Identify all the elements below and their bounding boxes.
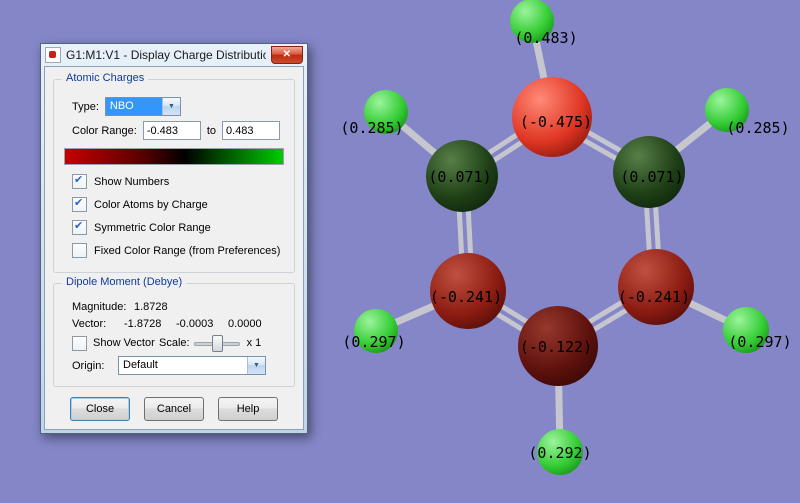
vector-y-value: -0.0003 <box>176 318 228 330</box>
fixed-color-range-label: Fixed Color Range (from Preferences) <box>94 245 280 257</box>
atom-sphere[interactable] <box>618 249 694 325</box>
origin-dropdown[interactable]: Default <box>118 356 266 375</box>
slider-thumb[interactable] <box>212 335 223 352</box>
atomic-charges-group-label: Atomic Charges <box>62 72 148 84</box>
atomic-charges-group: Atomic Charges Type: NBO Color Range: to <box>53 79 295 273</box>
charge-label: (0.071) <box>428 168 491 186</box>
dialog-titlebar[interactable]: G1:M1:V1 - Display Charge Distribution ✕ <box>44 44 304 66</box>
close-window-icon[interactable]: ✕ <box>271 46 303 64</box>
charge-label: (0.297) <box>342 333 405 351</box>
vector-x-value: -1.8728 <box>124 318 176 330</box>
cancel-button[interactable]: Cancel <box>144 397 204 421</box>
show-numbers-row[interactable]: Show Numbers <box>72 174 286 189</box>
color-range-max-input[interactable] <box>222 121 280 140</box>
charge-label: (-0.122) <box>520 338 592 356</box>
to-label: to <box>207 125 216 137</box>
close-button[interactable]: Close <box>70 397 130 421</box>
color-range-min-input[interactable] <box>143 121 201 140</box>
color-range-label: Color Range: <box>72 125 137 137</box>
dialog-client-area: Atomic Charges Type: NBO Color Range: to <box>44 66 304 430</box>
charge-label: (-0.475) <box>520 113 592 131</box>
scale-label: Scale: <box>159 337 190 349</box>
dipole-moment-group: Dipole Moment (Debye) Magnitude: 1.8728 … <box>53 283 295 387</box>
show-vector-row: Show Vector Scale: x 1 <box>72 335 286 351</box>
fixed-color-range-checkbox[interactable] <box>72 243 87 258</box>
scale-value: x 1 <box>247 337 262 349</box>
chevron-down-icon[interactable] <box>247 357 265 374</box>
charge-label: (-0.241) <box>618 288 690 306</box>
symmetric-color-range-row[interactable]: Symmetric Color Range <box>72 220 286 235</box>
symmetric-color-range-label: Symmetric Color Range <box>94 222 211 234</box>
symmetric-color-range-checkbox[interactable] <box>72 220 87 235</box>
show-vector-checkbox[interactable] <box>72 336 87 351</box>
charge-type-dropdown[interactable]: NBO <box>105 97 181 116</box>
color-range-row: Color Range: to <box>72 121 286 140</box>
charge-distribution-dialog: G1:M1:V1 - Display Charge Distribution ✕… <box>40 43 308 434</box>
fixed-color-range-row[interactable]: Fixed Color Range (from Preferences) <box>72 243 286 258</box>
app-doc-icon <box>45 47 61 63</box>
color-atoms-by-charge-checkbox[interactable] <box>72 197 87 212</box>
vector-label: Vector: <box>72 318 124 330</box>
type-label: Type: <box>72 101 99 113</box>
dipole-moment-group-label: Dipole Moment (Debye) <box>62 276 186 288</box>
scale-slider[interactable] <box>194 335 240 351</box>
charge-label: (-0.241) <box>430 288 502 306</box>
origin-label: Origin: <box>72 360 112 372</box>
show-vector-label: Show Vector <box>93 337 159 349</box>
charge-label: (0.071) <box>620 168 683 186</box>
origin-row: Origin: Default <box>72 356 286 375</box>
help-button[interactable]: Help <box>218 397 278 421</box>
origin-selected-value: Default <box>119 357 247 374</box>
magnitude-row: Magnitude: 1.8728 <box>72 301 286 313</box>
charge-type-selected-value: NBO <box>106 98 162 115</box>
magnitude-label: Magnitude: <box>72 301 134 313</box>
chevron-down-icon[interactable] <box>162 98 180 115</box>
vector-row: Vector: -1.8728 -0.0003 0.0000 <box>72 318 286 330</box>
dialog-title: G1:M1:V1 - Display Charge Distribution <box>66 48 266 62</box>
color-atoms-by-charge-row[interactable]: Color Atoms by Charge <box>72 197 286 212</box>
charge-label: (0.483) <box>514 29 577 47</box>
vector-z-value: 0.0000 <box>228 318 280 330</box>
show-numbers-checkbox[interactable] <box>72 174 87 189</box>
color-atoms-by-charge-label: Color Atoms by Charge <box>94 199 208 211</box>
charge-label: (0.297) <box>728 333 791 351</box>
molecule-viewport[interactable]: (0.483) (-0.475) (0.285) (0.285) (0.071) (0.0… <box>0 0 800 503</box>
magnitude-value: 1.8728 <box>134 301 168 313</box>
color-gradient-bar <box>64 148 284 165</box>
charge-label: (0.285) <box>726 119 789 137</box>
charge-label: (0.285) <box>340 119 403 137</box>
type-row: Type: NBO <box>72 97 286 116</box>
charge-label: (0.292) <box>528 444 591 462</box>
show-numbers-label: Show Numbers <box>94 176 169 188</box>
dialog-button-row: Close Cancel Help <box>49 397 299 421</box>
